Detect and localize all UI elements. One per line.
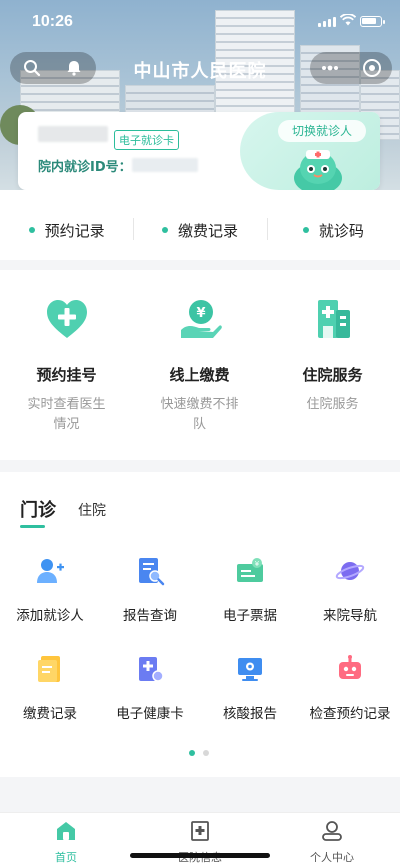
bullet-dot [28,227,35,233]
service-title: 预约挂号 [36,366,97,384]
tab-label: 首页 [55,851,77,864]
service-inpatient[interactable]: 住院服务 住院服务 [266,296,399,415]
grid-label: 核酸报告 [223,706,277,722]
service-subtitle: 住院服务 [306,397,359,412]
grid-label: 电子健康卡 [116,706,184,722]
nucleic-report-icon [238,658,262,681]
outpatient-section: 门诊 住院 添加就诊人 报告查询 ¥ 电子票据 来院导航 缴费记录 电子健康卡 … [0,472,400,777]
appointment-records-link[interactable]: 预约记录 [0,210,133,250]
page-dot-active [189,750,195,756]
hospital-info-icon [191,821,209,841]
home-indicator [130,853,270,858]
e-receipt-icon: ¥ [237,558,263,582]
patient-name-masked [38,126,108,142]
tab-outpatient[interactable]: 门诊 [20,496,56,522]
patient-id-masked [132,158,198,172]
nurse-mascot-icon [294,150,342,190]
robot-icon [339,655,361,679]
hospital-building-icon [317,300,350,338]
grid-add-patient[interactable]: 添加就诊人 [0,556,100,624]
switch-patient-button[interactable]: 切换就诊人 [278,120,366,142]
grid-e-receipt[interactable]: ¥ 电子票据 [200,556,300,624]
heart-plus-icon [46,300,87,338]
bullet-dot [161,227,168,233]
quick-link-label: 缴费记录 [177,221,238,240]
grid-label: 添加就诊人 [16,608,84,624]
grid-label: 报告查询 [123,608,177,624]
payment-records-link[interactable]: 缴费记录 [133,210,266,250]
status-time: 10:26 [32,13,73,30]
tab-hospital-info[interactable]: 医院信息 [160,819,240,865]
main-services: 预约挂号 实时查看医生情况 ¥ 线上缴费 快速缴费不排队 住院服务 住院服务 [0,270,400,460]
quick-links: 预约记录 缴费记录 就诊码 [0,210,400,250]
grid-nucleic-report[interactable]: 核酸报告 [200,654,300,722]
report-search-icon [139,558,165,586]
payment-record-icon [38,656,60,682]
service-subtitle: 快速缴费不排队 [160,397,239,432]
tab-user-center[interactable]: 个人中心 [292,819,372,865]
bullet-dot [302,227,309,233]
svg-text:¥: ¥ [196,306,205,321]
service-online-payment[interactable]: ¥ 线上缴费 快速缴费不排队 [133,296,266,435]
grid-label: 检查预约记录 [309,706,391,722]
grid-label: 电子票据 [223,608,277,624]
grid-label: 来院导航 [323,608,377,624]
grid-exam-appointment[interactable]: 检查预约记录 [300,654,400,722]
signal-icon [318,17,336,27]
yuan-hand-icon: ¥ [180,300,222,338]
quick-link-label: 就诊码 [318,221,364,240]
grid-report-query[interactable]: 报告查询 [100,556,200,624]
grid-payment-record[interactable]: 缴费记录 [0,654,100,722]
service-appointment[interactable]: 预约挂号 实时查看医生情况 [0,296,133,435]
page-dot [203,750,209,756]
grid-navigation[interactable]: 来院导航 [300,556,400,624]
home-icon [57,822,75,840]
nav-bar: 中山市人民医院 [0,50,400,86]
add-person-icon [37,559,64,583]
patient-id-label: 院内就诊ID号： [38,160,132,175]
grid-label: 缴费记录 [23,706,77,722]
wifi-icon [340,14,356,26]
service-title: 住院服务 [302,366,363,384]
battery-icon [360,16,385,27]
navigation-planet-icon [335,562,365,580]
tab-inpatient[interactable]: 住院 [78,500,106,520]
patient-card[interactable]: 电子就诊卡 院内就诊ID号： 切换就诊人 [18,112,380,190]
close-target-icon[interactable] [362,58,382,78]
user-center-icon [322,821,342,841]
page-indicator [189,750,209,756]
svg-text:¥: ¥ [255,560,260,568]
tab-active-indicator [20,525,45,528]
status-bar: 10:26 [0,0,400,44]
grid-health-card[interactable]: 电子健康卡 [100,654,200,722]
quick-link-label: 预约记录 [44,221,105,240]
service-title: 线上缴费 [169,366,230,384]
e-card-badge: 电子就诊卡 [114,130,179,150]
service-subtitle: 实时查看医生情况 [27,397,106,432]
tab-label: 个人中心 [310,851,354,864]
more-icon[interactable] [320,58,340,78]
health-card-icon [139,657,164,682]
visit-code-link[interactable]: 就诊码 [266,210,400,250]
tab-home[interactable]: 首页 [26,819,106,865]
